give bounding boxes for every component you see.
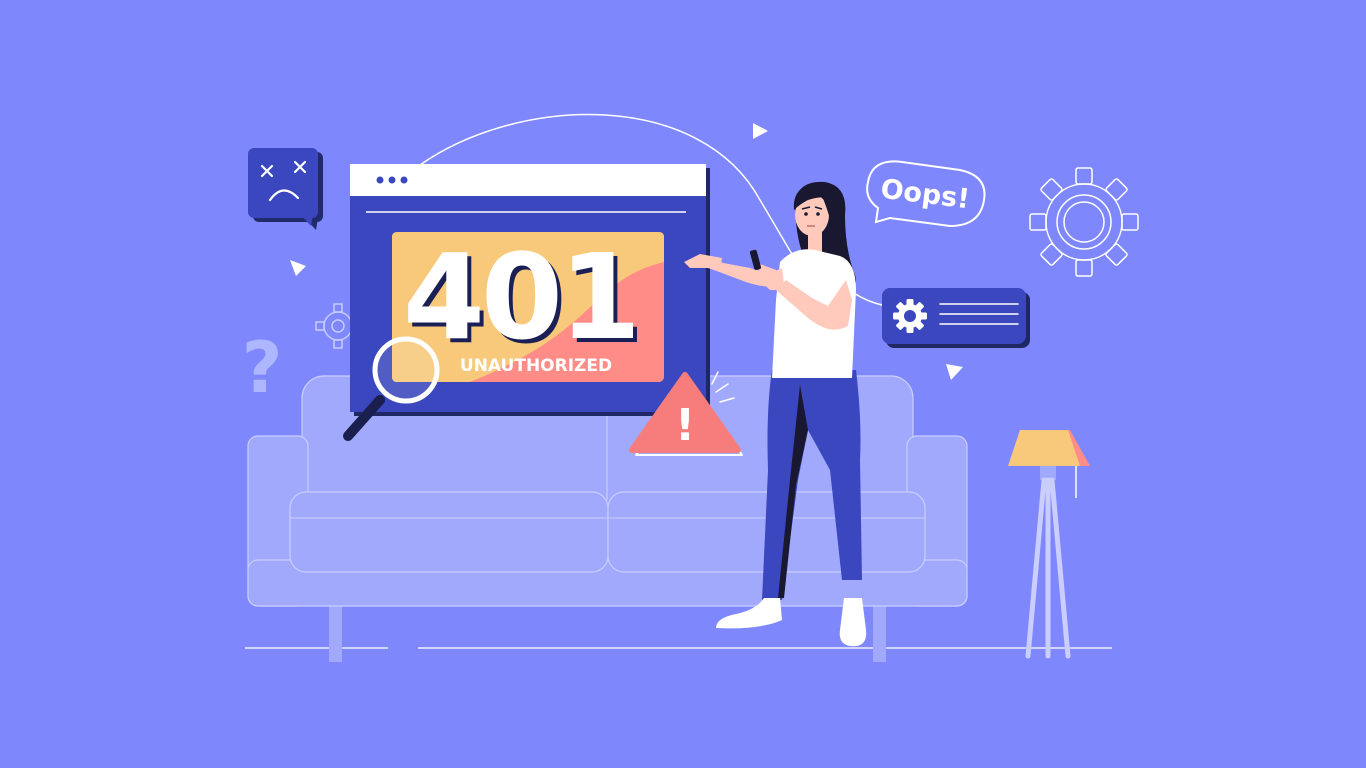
warning-exclamation: !	[675, 400, 695, 451]
question-mark-icon: ?	[242, 327, 283, 409]
gear-icon	[1029, 167, 1139, 277]
floor-lamp	[1008, 430, 1090, 659]
phone-icon	[749, 249, 762, 270]
window-dots-icon	[376, 176, 408, 184]
oops-speech-bubble: Oops!	[866, 160, 986, 228]
settings-card	[882, 288, 1030, 348]
error-code: 401	[403, 228, 637, 366]
oops-text: Oops!	[879, 174, 971, 216]
triangle-icon	[753, 123, 768, 139]
triangle-icon	[946, 364, 963, 380]
error-401-illustration: ? 401 401 UNAUTHORIZED ! Oops!	[242, 113, 1139, 662]
sad-face-chat-icon	[248, 148, 323, 230]
gear-icon	[893, 299, 927, 333]
triangle-icon	[290, 260, 306, 276]
error-label: UNAUTHORIZED	[460, 356, 612, 376]
